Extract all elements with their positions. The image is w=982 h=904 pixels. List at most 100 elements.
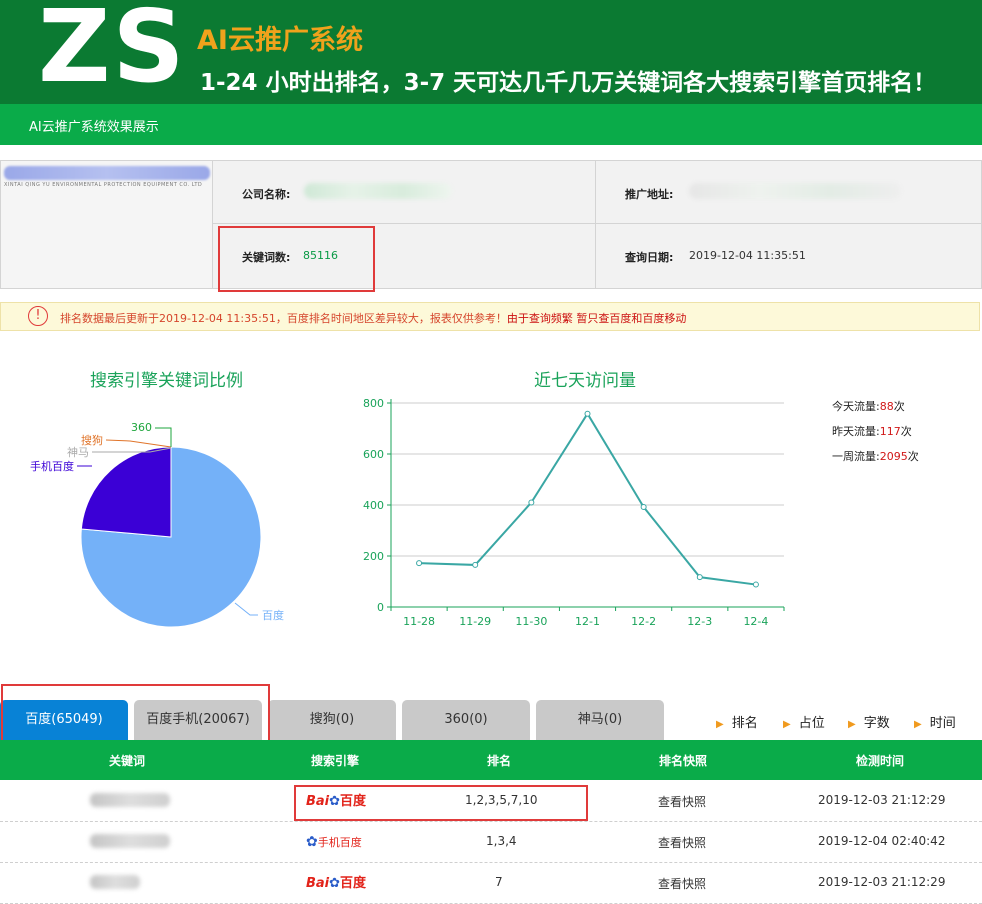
data-point	[640, 504, 647, 511]
data-point	[696, 574, 703, 581]
column-header-rank: 排名	[487, 754, 512, 768]
today-traffic: 今天流量:88次	[832, 398, 905, 414]
check-time: 2019-12-04 02:40:42	[818, 834, 946, 848]
y-tick-label: 800	[363, 397, 384, 410]
column-header-keyword: 关键词	[109, 754, 146, 768]
traffic-unit: 次	[893, 400, 905, 413]
company-info-panel: XINTAI QING YU ENVIRONMENTAL PROTECTION …	[0, 160, 982, 289]
divider	[212, 223, 981, 224]
exclamation-circle-icon: !	[28, 306, 48, 326]
company-name-label: 公司名称:	[242, 188, 291, 201]
tab-sogou[interactable]: 搜狗(0)	[268, 700, 396, 740]
subtitle-bar: AI云推广系统效果展示	[0, 104, 982, 145]
promo-url-value-blurred	[689, 183, 901, 199]
check-time: 2019-12-03 21:12:29	[818, 793, 946, 807]
logo-text: Bai	[306, 876, 330, 891]
triangle-right-icon: ▶	[914, 719, 922, 730]
data-point	[584, 410, 591, 417]
company-logo-cell: XINTAI QING YU ENVIRONMENTAL PROTECTION …	[1, 161, 213, 288]
today-traffic-label: 今天流量:	[832, 400, 880, 413]
line-chart-title: 近七天访问量	[534, 371, 636, 391]
notice-warning: 由于查询频繁 暂只查百度和百度移动	[506, 312, 687, 325]
yesterday-traffic: 昨天流量:117次	[832, 423, 912, 439]
baidu-mobile-logo-icon: ✿手机百度	[306, 834, 362, 850]
sort-label: 字数	[863, 716, 890, 731]
x-tick-label: 12-3	[687, 615, 712, 628]
query-date-value: 2019-12-04 11:35:51	[689, 249, 806, 262]
sort-label: 排名	[731, 716, 758, 731]
keyword-blurred	[90, 875, 140, 889]
data-point	[752, 581, 759, 588]
data-point	[416, 560, 423, 567]
data-point	[472, 561, 479, 568]
sort-by-position[interactable]: ▶ 占位	[783, 712, 825, 731]
sort-by-time[interactable]: ▶ 时间	[914, 712, 956, 731]
sort-by-length[interactable]: ▶ 字数	[848, 712, 890, 731]
x-tick-label: 11-28	[403, 615, 435, 628]
pie-label: 百度	[262, 608, 284, 622]
today-traffic-value: 88	[879, 400, 894, 413]
column-header-time: 检测时间	[856, 754, 905, 768]
rank-value: 7	[495, 875, 503, 889]
yesterday-traffic-label: 昨天流量:	[832, 425, 880, 438]
sort-label: 占位	[798, 716, 825, 731]
series-line	[419, 411, 757, 586]
line-chart: 0 200 400 600 800 11-28 11-29 11-30 12-1 12-2 12-3…	[363, 397, 785, 628]
keyword-blurred	[90, 793, 170, 807]
snapshot-link[interactable]: 查看快照	[658, 875, 706, 892]
triangle-right-icon: ▶	[716, 719, 724, 730]
query-date-label: 查询日期:	[625, 251, 674, 264]
y-tick-label: 0	[377, 601, 384, 614]
week-traffic-value: 2095	[879, 450, 908, 463]
x-tick-label: 12-1	[575, 615, 600, 628]
data-point	[528, 499, 535, 506]
notice-message: 排名数据最后更新于2019-12-04 11:35:51，百度排名时间地区差异较…	[60, 312, 507, 325]
tab-360[interactable]: 360(0)	[402, 700, 530, 740]
week-traffic: 一周流量:2095次	[832, 448, 919, 464]
pie-leader-line	[155, 427, 172, 447]
subtitle-label: AI云推广系统效果展示	[29, 120, 159, 135]
pie-chart-title: 搜索引擎关键词比例	[90, 371, 243, 391]
traffic-unit: 次	[900, 425, 912, 438]
x-tick-label: 11-29	[459, 615, 491, 628]
highlight-box	[294, 785, 588, 821]
highlight-box	[218, 226, 375, 292]
baidu-logo-icon: Bai✿百度	[306, 876, 367, 891]
notice-text: 排名数据最后更新于2019-12-04 11:35:51，百度排名时间地区差异较…	[60, 310, 686, 326]
pie-label: 360	[131, 421, 152, 434]
company-logo-image	[4, 166, 210, 180]
snapshot-link[interactable]: 查看快照	[658, 834, 706, 851]
x-tick-label: 11-30	[515, 615, 547, 628]
company-logo-caption: XINTAI QING YU ENVIRONMENTAL PROTECTION …	[4, 182, 203, 188]
column-header-snapshot: 排名快照	[659, 754, 708, 768]
table-row: Bai✿百度 7 查看快照 2019-12-03 21:12:29	[0, 862, 982, 904]
y-tick-label: 200	[363, 550, 384, 563]
y-tick-label: 600	[363, 448, 384, 461]
site-header: ZS AI云推广系统 1-24 小时出排名，3-7 天可达几千几万关键词各大搜索…	[0, 0, 982, 104]
headline: 1-24 小时出排名，3-7 天可达几千几万关键词各大搜索引擎首页排名！	[200, 70, 937, 96]
traffic-unit: 次	[907, 450, 919, 463]
sort-by-rank[interactable]: ▶ 排名	[716, 712, 758, 731]
table-header: 关键词 搜索引擎 排名 排名快照 检测时间	[0, 740, 982, 780]
system-title: AI云推广系统	[197, 25, 363, 56]
triangle-right-icon: ▶	[783, 719, 791, 730]
pie-leader-line	[105, 439, 172, 448]
check-time: 2019-12-03 21:12:29	[818, 875, 946, 889]
logo-text: 百度	[340, 876, 367, 891]
pie-label: 神马	[67, 445, 89, 459]
rank-value: 1,3,4	[486, 834, 517, 848]
tab-shenma[interactable]: 神马(0)	[536, 700, 664, 740]
zs-logo: ZS	[38, 0, 187, 105]
column-header-engine: 搜索引擎	[311, 754, 360, 768]
company-name-value-blurred	[304, 183, 452, 199]
promo-url-label: 推广地址:	[625, 188, 674, 201]
pie-label: 搜狗	[81, 433, 103, 447]
yesterday-traffic-value: 117	[879, 425, 901, 438]
sort-label: 时间	[929, 716, 956, 731]
snapshot-link[interactable]: 查看快照	[658, 793, 706, 810]
pie-label: 手机百度	[30, 459, 74, 473]
notice-bar: ! 排名数据最后更新于2019-12-04 11:35:51，百度排名时间地区差…	[0, 302, 980, 331]
keyword-blurred	[90, 834, 170, 848]
pie-chart: 百度 手机百度神马搜狗 360	[30, 421, 284, 628]
week-traffic-label: 一周流量:	[832, 450, 880, 463]
